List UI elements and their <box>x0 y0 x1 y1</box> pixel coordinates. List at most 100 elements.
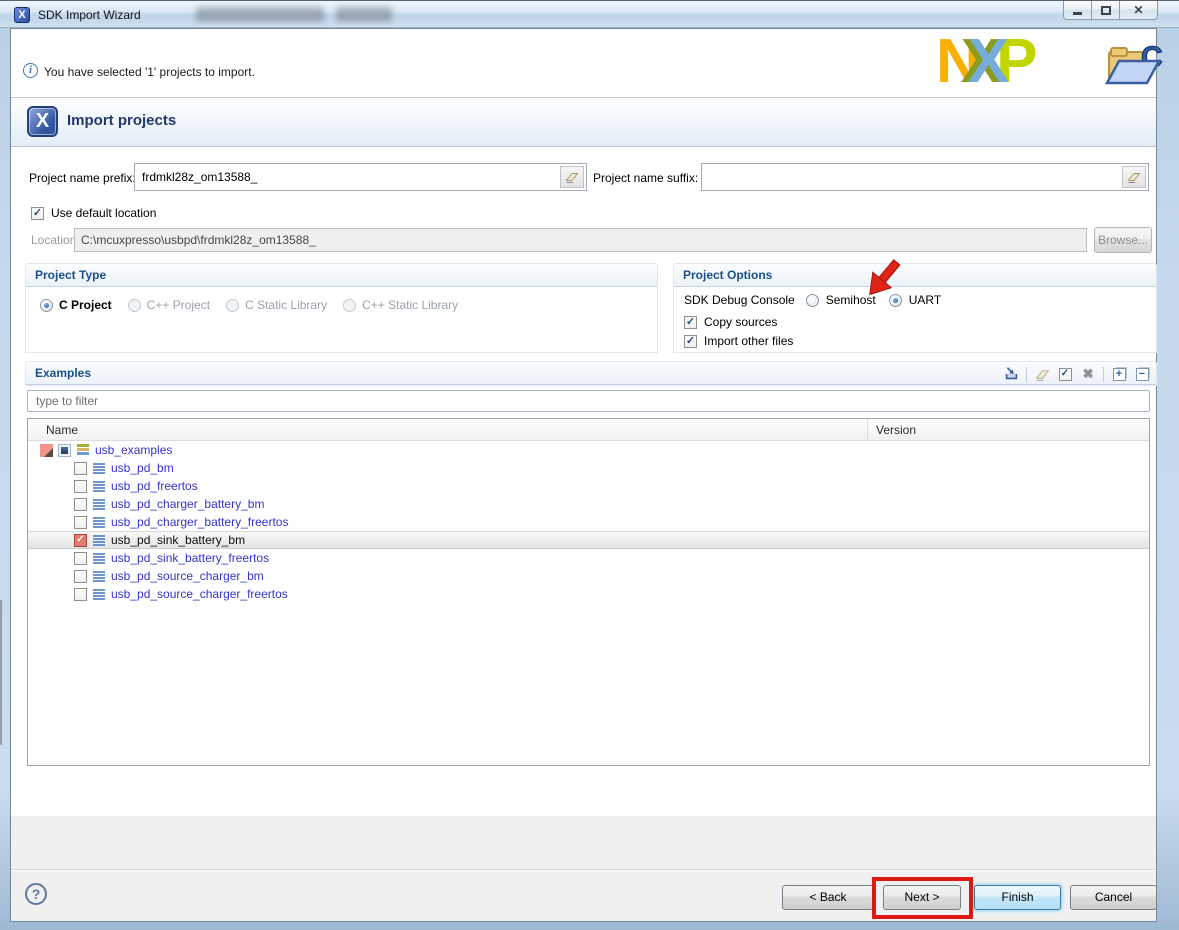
tree-row[interactable]: usb_pd_bm <box>28 459 1149 477</box>
window-app-icon: X <box>14 7 30 23</box>
use-default-location-label[interactable]: Use default location <box>51 206 156 220</box>
tree-checkbox[interactable] <box>74 516 87 529</box>
import-other-files-checkbox[interactable] <box>684 335 697 348</box>
import-selection-icon[interactable] <box>1003 366 1019 382</box>
finish-button[interactable]: Finish <box>974 885 1061 910</box>
tree-row[interactable]: usb_pd_freertos <box>28 477 1149 495</box>
copy-sources-label[interactable]: Copy sources <box>704 315 777 329</box>
example-icon <box>93 481 105 492</box>
tree-row[interactable]: usb_examples <box>28 441 1149 459</box>
tree-row[interactable]: usb_pd_source_charger_bm <box>28 567 1149 585</box>
tree-row[interactable]: usb_pd_sink_battery_freertos <box>28 549 1149 567</box>
project-type-options: C Project C++ Project C Static Library C… <box>26 287 657 312</box>
copy-sources-checkbox[interactable] <box>684 316 697 329</box>
example-icon <box>93 571 105 582</box>
tree-item-link[interactable]: usb_pd_source_charger_bm <box>111 569 264 583</box>
tree-checkbox[interactable] <box>74 552 87 565</box>
close-icon: ✕ <box>1133 4 1143 16</box>
expand-all-icon[interactable]: + <box>1111 366 1127 382</box>
tree-item-link[interactable]: usb_pd_bm <box>111 461 174 475</box>
tree-item-link[interactable]: usb_pd_source_charger_freertos <box>111 587 288 601</box>
sdk-import-wizard-dialog: i You have selected '1' projects to impo… <box>10 28 1157 922</box>
collapse-all-icon[interactable]: − <box>1134 366 1150 382</box>
tree-row[interactable]: usb_pd_sink_battery_bm <box>28 531 1149 549</box>
clear-prefix-button[interactable] <box>560 166 584 188</box>
tree-checkbox[interactable] <box>58 444 71 457</box>
tree-item-link[interactable]: usb_pd_freertos <box>111 479 198 493</box>
wizard-page-banner: X Import projects <box>11 98 1156 147</box>
sdk-debug-console-label: SDK Debug Console <box>684 293 795 307</box>
radio-icon[interactable] <box>40 299 53 312</box>
background-window-ghost <box>336 7 392 22</box>
tree-expander-icon[interactable] <box>40 444 53 457</box>
close-button[interactable]: ✕ <box>1119 1 1158 20</box>
column-name[interactable]: Name <box>46 423 78 437</box>
uart-radio[interactable] <box>889 294 902 307</box>
uart-label[interactable]: UART <box>909 293 941 307</box>
location-input[interactable] <box>74 228 1087 252</box>
tree-checkbox[interactable] <box>74 480 87 493</box>
minimize-icon <box>1073 12 1082 15</box>
tree-checkbox[interactable] <box>74 588 87 601</box>
examples-toolbar: ✖ + − <box>1003 366 1150 382</box>
deselect-all-icon[interactable]: ✖ <box>1080 366 1096 382</box>
radio-icon <box>128 299 141 312</box>
example-icon <box>93 499 105 510</box>
suffix-label: Project name suffix: <box>593 171 698 185</box>
wizard-message: You have selected '1' projects to import… <box>44 65 255 79</box>
project-type-title: Project Type <box>26 264 657 287</box>
use-default-location-checkbox[interactable] <box>31 207 44 220</box>
tree-row[interactable]: usb_pd_source_charger_freertos <box>28 585 1149 603</box>
column-version[interactable]: Version <box>876 423 916 437</box>
background-window-ghost <box>196 7 324 22</box>
prefix-input[interactable] <box>135 164 586 190</box>
tree-row[interactable]: usb_pd_charger_battery_bm <box>28 495 1149 513</box>
column-divider[interactable] <box>867 419 868 440</box>
semihost-radio[interactable] <box>806 294 819 307</box>
maximize-icon <box>1101 6 1111 15</box>
copy-sources-row: Copy sources <box>684 315 777 329</box>
minimize-button[interactable] <box>1063 1 1092 20</box>
suffix-input[interactable] <box>702 164 1148 190</box>
tree-checkbox[interactable] <box>74 498 87 511</box>
examples-title: Examples <box>26 362 1156 385</box>
suffix-field-wrap <box>701 163 1149 191</box>
button-bar-separator <box>11 869 1156 871</box>
toolbar-separator <box>1026 367 1027 382</box>
sdk-folder-icon: C <box>1103 39 1163 91</box>
clear-icon[interactable] <box>1034 366 1050 382</box>
tree-item-link[interactable]: usb_pd_charger_battery_bm <box>111 497 264 511</box>
radio-c-project[interactable]: C Project <box>40 298 112 312</box>
table-header[interactable]: Name Version <box>28 419 1149 441</box>
page-title: Import projects <box>67 112 176 129</box>
example-icon <box>93 463 105 474</box>
filter-input[interactable] <box>27 390 1150 412</box>
radio-cpp-static-library: C++ Static Library <box>343 298 458 312</box>
use-default-location-row: Use default location <box>31 206 156 220</box>
radio-icon <box>343 299 356 312</box>
window-title: SDK Import Wizard <box>38 8 141 22</box>
semihost-label[interactable]: Semihost <box>826 293 876 307</box>
cancel-button[interactable]: Cancel <box>1070 885 1157 910</box>
example-icon <box>93 589 105 600</box>
tree-row[interactable]: usb_pd_charger_battery_freertos <box>28 513 1149 531</box>
tree-checkbox[interactable] <box>74 462 87 475</box>
browse-button[interactable]: Browse... <box>1094 227 1152 253</box>
radio-icon <box>226 299 239 312</box>
back-button[interactable]: < Back <box>782 885 874 910</box>
maximize-button[interactable] <box>1091 1 1120 20</box>
select-all-icon[interactable] <box>1057 366 1073 382</box>
tree-item-link[interactable]: usb_pd_sink_battery_bm <box>111 533 245 547</box>
tree-checkbox[interactable] <box>74 570 87 583</box>
tree-item-link[interactable]: usb_pd_sink_battery_freertos <box>111 551 269 565</box>
background-window-edge <box>0 600 2 745</box>
tree-checkbox[interactable] <box>74 534 87 547</box>
clear-suffix-button[interactable] <box>1122 166 1146 188</box>
tree-item-link[interactable]: usb_examples <box>95 443 172 457</box>
wizard-message-area: i You have selected '1' projects to impo… <box>11 29 1156 98</box>
tree-item-link[interactable]: usb_pd_charger_battery_freertos <box>111 515 288 529</box>
window-titlebar[interactable]: X SDK Import Wizard ✕ <box>0 0 1179 28</box>
next-button[interactable]: Next > <box>883 885 961 910</box>
help-icon[interactable]: ? <box>25 883 47 905</box>
import-other-files-label[interactable]: Import other files <box>704 334 793 348</box>
